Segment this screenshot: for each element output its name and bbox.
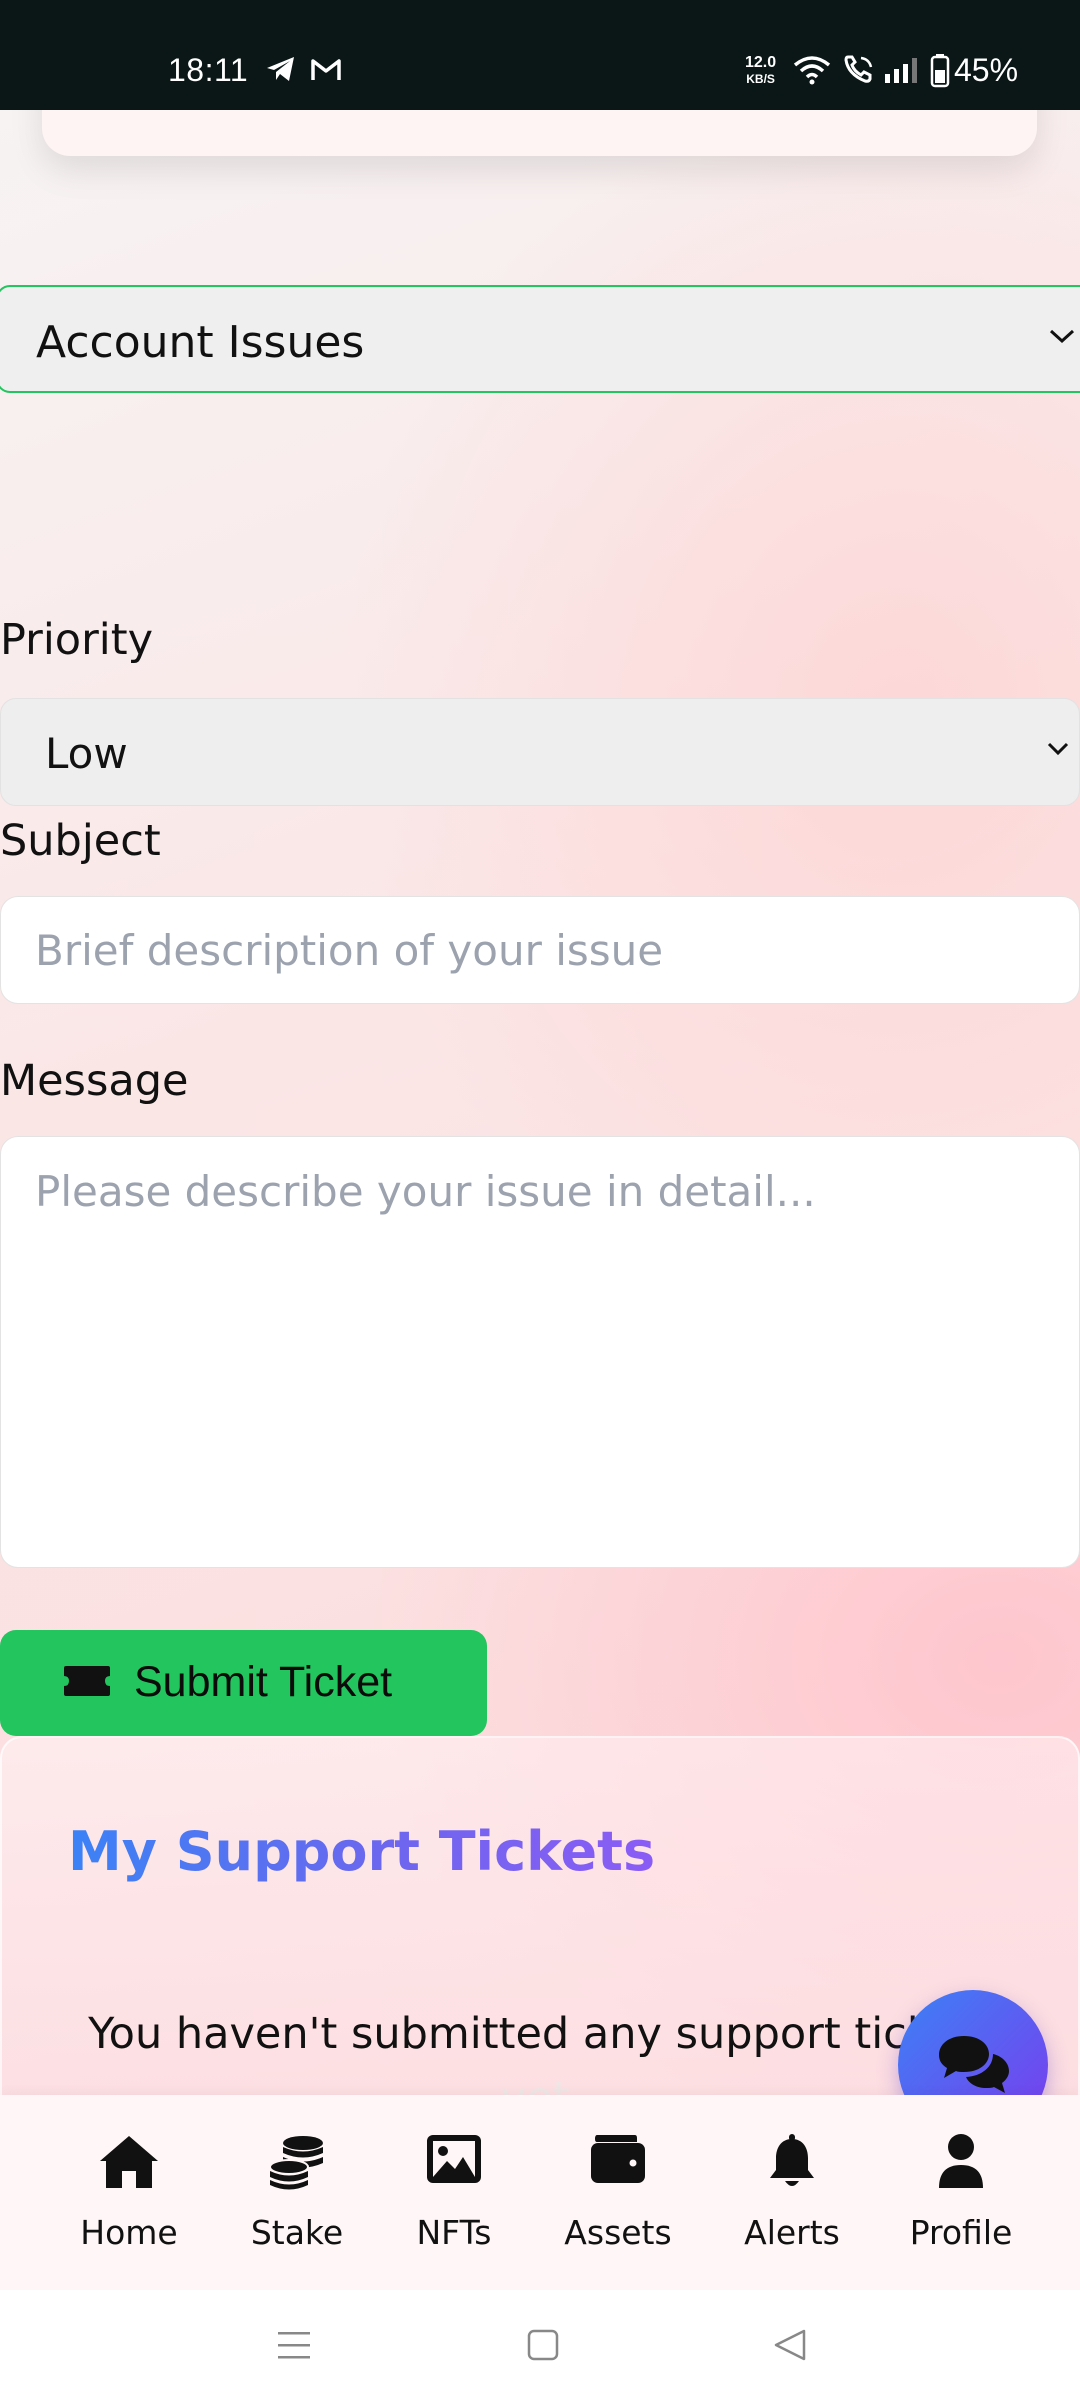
submit-ticket-label: Submit Ticket [134, 1658, 393, 1706]
home-icon [98, 2133, 160, 2195]
battery-icon [930, 54, 950, 93]
category-select[interactable]: Account Issues [0, 285, 1080, 393]
network-speed: 12.0 KB/S [745, 54, 777, 87]
chevron-down-icon [1046, 741, 1070, 761]
ticket-icon [62, 1664, 112, 1701]
message-label: Message [0, 1056, 189, 1106]
signal-icon [883, 56, 919, 89]
priority-label: Priority [0, 615, 154, 665]
telegram-icon [266, 56, 296, 87]
nav-item-alerts[interactable]: Alerts [712, 2133, 872, 2263]
nav-label-stake: Stake [250, 2213, 344, 2252]
bell-icon [767, 2133, 817, 2193]
wifi-call-icon [843, 54, 875, 89]
submit-ticket-button[interactable]: Submit Ticket [0, 1630, 487, 1736]
wallet-icon [589, 2133, 647, 2189]
category-select-value: Account Issues [36, 317, 365, 368]
nav-item-assets[interactable]: Assets [538, 2133, 698, 2263]
nav-label-home: Home [80, 2213, 178, 2252]
nav-label-nfts: NFTs [416, 2213, 492, 2252]
nav-item-nfts[interactable]: NFTs [374, 2133, 534, 2263]
battery-percentage: 45% [954, 52, 1019, 88]
back-icon[interactable] [772, 2328, 808, 2366]
wifi-icon [793, 55, 831, 90]
priority-select-value: Low [45, 729, 128, 778]
menu-icon[interactable] [276, 2328, 312, 2366]
bottom-nav: Home Stake NFTs Assets Alerts Profile [0, 2095, 1080, 2290]
nav-item-stake[interactable]: Stake [217, 2133, 377, 2263]
home-square-icon[interactable] [526, 2328, 560, 2366]
message-textarea[interactable] [0, 1136, 1080, 1568]
coins-icon [267, 2133, 327, 2195]
status-time: 18:11 [168, 52, 249, 88]
chat-bubbles-icon [936, 2032, 1012, 2102]
subject-input[interactable] [0, 896, 1080, 1004]
user-icon [936, 2133, 986, 2193]
support-page: Account Issues Priority Low Subject Mess… [0, 110, 1080, 2290]
image-icon [425, 2133, 483, 2189]
chevron-down-icon [1048, 327, 1076, 349]
status-bar: 18:11 12.0 KB/S 45% [0, 0, 1080, 110]
gmail-icon [311, 58, 341, 87]
top-card [42, 110, 1037, 156]
nav-label-profile: Profile [909, 2213, 1013, 2252]
nav-item-home[interactable]: Home [49, 2133, 209, 2263]
nav-item-profile[interactable]: Profile [881, 2133, 1041, 2263]
system-nav-bar [0, 2290, 1080, 2400]
tickets-title: My Support Tickets [68, 1820, 656, 1883]
priority-select[interactable]: Low [0, 698, 1080, 806]
nav-label-alerts: Alerts [744, 2213, 840, 2252]
subject-label: Subject [0, 816, 161, 866]
nav-label-assets: Assets [564, 2213, 672, 2252]
